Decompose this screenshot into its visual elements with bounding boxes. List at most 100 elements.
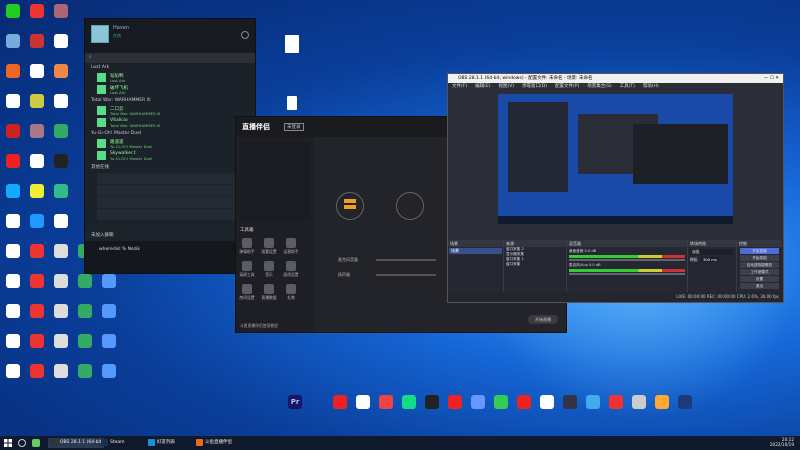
friends-search-bar[interactable]: ⌕ — [85, 53, 255, 63]
volume-slider[interactable] — [569, 273, 685, 275]
desktop-icon[interactable] — [583, 395, 603, 409]
group-chat-header[interactable]: 未加入群聊 — [85, 229, 255, 241]
source-item[interactable]: 窗口采集 — [504, 262, 566, 267]
desktop-icon[interactable] — [2, 214, 24, 228]
control-button[interactable]: 设置 — [740, 276, 779, 282]
avatar[interactable] — [91, 25, 109, 43]
desktop-icon[interactable] — [652, 395, 672, 409]
desktop-icon[interactable] — [50, 64, 72, 78]
desktop-icon[interactable] — [26, 364, 48, 378]
desktop-icon[interactable] — [330, 395, 350, 409]
desktop-icon[interactable] — [50, 154, 72, 168]
friend-item[interactable]: 路遥遥 Yu-Gi-Oh! Master Duel — [97, 138, 255, 150]
desktop-icon[interactable] — [74, 304, 96, 318]
desktop-icon[interactable] — [74, 364, 96, 378]
menu-item[interactable]: 文件(F) — [452, 84, 467, 89]
taskbar-item[interactable]: 斗鱼直播伴侣 — [193, 438, 249, 448]
obs-preview[interactable] — [498, 94, 733, 224]
menu-item[interactable]: 场景集合(S) — [587, 84, 611, 89]
tool-button[interactable]: 礼物 — [282, 284, 300, 301]
desktop-icon[interactable] — [514, 395, 534, 409]
menu-item[interactable]: 停靠窗口(D) — [522, 84, 547, 89]
desktop-icon[interactable] — [50, 214, 72, 228]
desktop-icon[interactable] — [26, 94, 48, 108]
desktop-icon[interactable] — [98, 364, 120, 378]
desktop-icon[interactable] — [26, 184, 48, 198]
friend-item[interactable]: 二口云 Total War: WARHAMMER III — [97, 105, 255, 117]
desktop-icon[interactable] — [50, 304, 72, 318]
desktop-icon[interactable] — [353, 395, 373, 409]
menu-item[interactable]: 配置文件(P) — [555, 84, 579, 89]
friend-item[interactable]: 韬韬鸭 Lost Ark — [97, 72, 255, 84]
desktop-icon[interactable] — [26, 334, 48, 348]
tool-button[interactable]: 音乐 — [260, 261, 278, 278]
desktop-icon[interactable] — [2, 244, 24, 258]
desktop-icon[interactable] — [26, 274, 48, 288]
desktop-icon[interactable] — [2, 274, 24, 288]
desktop-icon[interactable] — [26, 304, 48, 318]
control-button[interactable]: 开始直播 — [740, 248, 779, 254]
desktop-icon[interactable] — [2, 124, 24, 138]
desktop-icon[interactable] — [2, 154, 24, 168]
desktop-icon[interactable] — [98, 334, 120, 348]
control-button[interactable]: 工作室模式 — [740, 269, 779, 275]
desktop-icon[interactable] — [2, 334, 24, 348]
menu-item[interactable]: 编辑(E) — [475, 84, 490, 89]
desktop-icon[interactable] — [2, 304, 24, 318]
desktop-icon[interactable] — [2, 64, 24, 78]
tool-button[interactable]: 运营助手 — [282, 238, 300, 255]
desktop-icon[interactable] — [74, 274, 96, 288]
windows-start-icon[interactable] — [4, 439, 12, 447]
desktop-icon[interactable] — [74, 334, 96, 348]
desktop-icon[interactable] — [50, 334, 72, 348]
steam-status[interactable]: 在线 — [113, 33, 121, 39]
file-icon[interactable] — [285, 35, 299, 53]
desktop-icon[interactable] — [50, 244, 72, 258]
desktop-icon[interactable] — [399, 395, 419, 409]
speaker-slider[interactable] — [376, 274, 436, 276]
desktop-icon[interactable] — [2, 4, 24, 18]
desktop-icon[interactable] — [2, 364, 24, 378]
control-button[interactable]: 退出 — [740, 283, 779, 289]
source-node[interactable] — [336, 192, 364, 220]
settings-icon[interactable] — [241, 31, 249, 39]
desktop-icon[interactable] — [50, 94, 72, 108]
login-badge[interactable]: 未登录 — [284, 123, 304, 131]
desktop-icon[interactable] — [26, 34, 48, 48]
control-button[interactable]: 启动虚拟摄像机 — [740, 262, 779, 268]
desktop-icon[interactable] — [2, 184, 24, 198]
desktop-icon[interactable] — [50, 4, 72, 18]
friend-item[interactable]: 破坏飞机 Lost Ark — [97, 84, 255, 96]
window-controls[interactable]: — ☐ ✕ — [764, 74, 779, 83]
desktop-icon[interactable] — [26, 4, 48, 18]
friend-group-header[interactable]: Yu-Gi-Oh! Master Duel — [85, 129, 255, 138]
desktop-icon[interactable] — [606, 395, 626, 409]
desktop-icon[interactable] — [537, 395, 557, 409]
wechat-taskbar-icon[interactable] — [32, 439, 40, 447]
desktop-icon[interactable] — [50, 124, 72, 138]
desktop-icon[interactable] — [26, 154, 48, 168]
list-item[interactable] — [97, 173, 251, 184]
obs-node[interactable] — [396, 192, 424, 220]
tutorial-link[interactable]: 斗鱼直播伴侣使用教程 — [240, 323, 278, 329]
desktop-icon[interactable] — [50, 274, 72, 288]
menu-item[interactable]: 帮助(H) — [643, 84, 659, 89]
desktop-icon[interactable] — [376, 395, 396, 409]
start-stream-button[interactable]: 开始直播 — [528, 315, 558, 324]
list-item[interactable] — [97, 209, 251, 220]
desktop-icon[interactable] — [491, 395, 511, 409]
desktop-icon[interactable] — [50, 184, 72, 198]
tool-button[interactable]: 录屏工具 — [238, 261, 256, 278]
friend-item[interactable]: Skywalker.t Yu-Gi-Oh! Master Duel — [97, 150, 255, 162]
desktop-icon[interactable] — [468, 395, 488, 409]
desktop-icon[interactable] — [2, 34, 24, 48]
tool-button[interactable]: 观看设置 — [260, 238, 278, 255]
desktop-icon[interactable] — [50, 34, 72, 48]
desktop-icon[interactable] — [422, 395, 442, 409]
desktop-icon[interactable] — [26, 244, 48, 258]
friend-item[interactable]: Vitalicio Total War: WARHAMMER III — [97, 117, 255, 129]
desktop-icon[interactable] — [26, 64, 48, 78]
list-item[interactable] — [97, 197, 251, 208]
group-chat-item[interactable]: wheredisl % Nezik — [85, 241, 255, 258]
duration-input[interactable]: 300 ms — [700, 257, 719, 262]
